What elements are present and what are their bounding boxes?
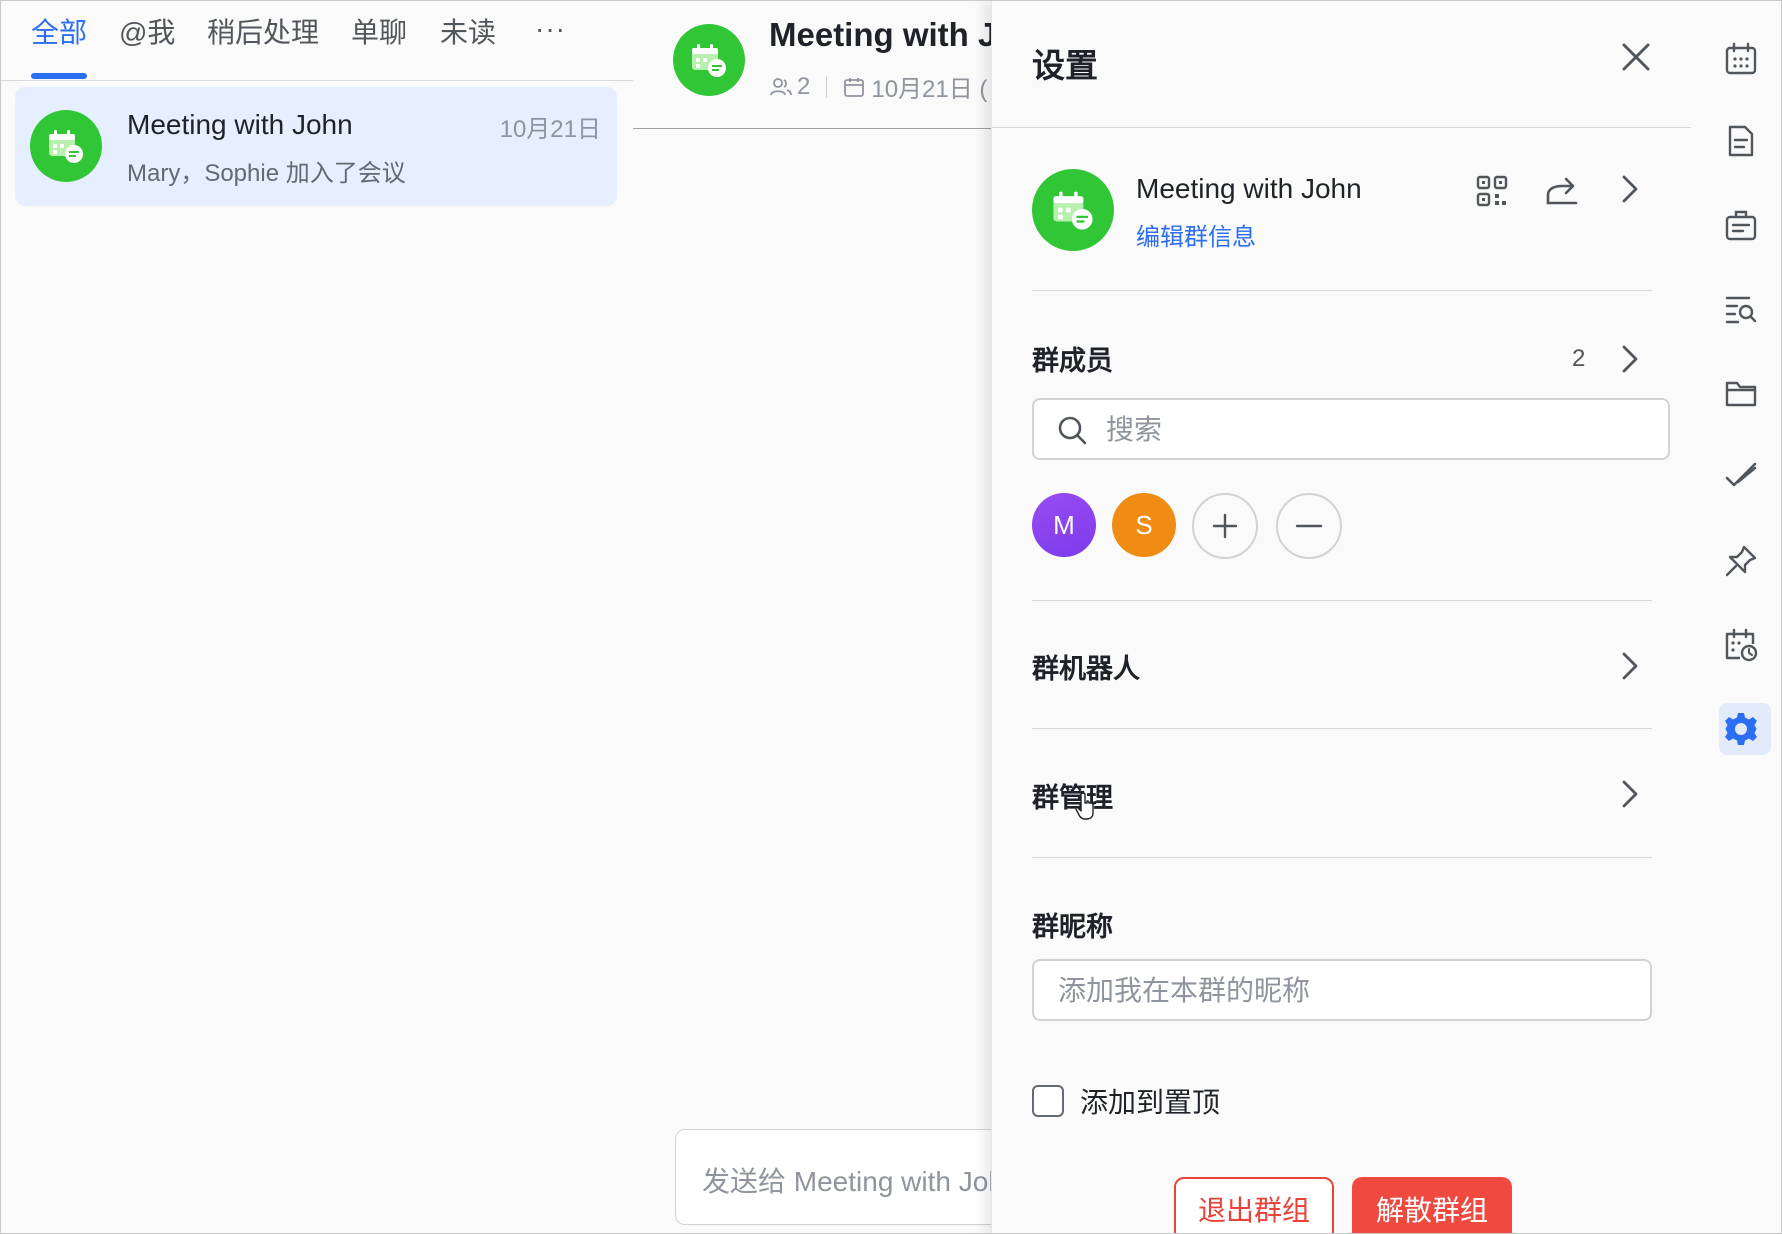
group-bots-chevron-icon[interactable] [1618,648,1642,684]
calendar-clock-icon[interactable] [1721,625,1761,665]
member-initial: M [1053,509,1075,540]
document-icon[interactable] [1721,121,1761,161]
compose-placeholder: 发送给 Meeting with Joh [702,1166,1004,1197]
app-window: 全部 @我 稍后处理 单聊 未读 ··· Meeting with John 1… [0,0,1782,1234]
leave-group-button[interactable]: 退出群组 [1174,1177,1334,1233]
member-avatar-s[interactable]: S [1112,493,1176,557]
conversation-preview: Mary，Sophie 加入了会议 [127,160,406,187]
members-count[interactable]: 2 [1572,345,1585,373]
nickname-input[interactable] [1056,970,1630,1012]
filter-tabs: 全部 @我 稍后处理 单聊 未读 ··· [1,1,633,81]
tab-later[interactable]: 稍后处理 [207,15,319,51]
group-avatar[interactable] [1032,169,1114,251]
conversation-list-pane: 全部 @我 稍后处理 单聊 未读 ··· Meeting with John 1… [1,1,633,1233]
member-search-input[interactable] [1104,408,1648,452]
member-avatar-m[interactable]: M [1032,493,1096,557]
group-manage-chevron-icon[interactable] [1618,776,1642,812]
divider [1032,728,1652,729]
group-bots-label: 群机器人 [1032,654,1140,684]
gear-icon[interactable] [1721,709,1761,749]
minus-icon [1295,524,1323,528]
search-icon [1058,416,1087,445]
chat-member-count[interactable]: 2 [797,73,810,101]
edit-group-info-link[interactable]: 编辑群信息 [1136,217,1256,252]
group-manage-row[interactable] [1032,754,1652,834]
member-search-box[interactable] [1032,398,1670,460]
close-icon[interactable] [1616,37,1656,77]
share-icon[interactable] [1542,171,1582,211]
members-chevron-icon[interactable] [1618,341,1642,377]
more-tabs-button[interactable]: ··· [535,13,566,45]
active-tab-indicator [31,73,87,79]
members-section-title: 群成员 [1032,346,1113,376]
divider [1032,857,1652,858]
folder-icon[interactable] [1721,373,1761,413]
members-icon [770,77,792,95]
tab-direct[interactable]: 单聊 [351,15,407,51]
chat-header-divider [633,128,1001,129]
calendar-chat-icon [1053,191,1093,230]
tab-unread[interactable]: 未读 [440,15,496,51]
calendar-icon [844,77,865,97]
settings-header: 设置 [992,1,1692,128]
chat-date: 10月21日 ( [871,76,988,103]
pin-label[interactable]: 添加到置顶 [1080,1081,1220,1121]
conversation-date: 10月21日 [499,116,601,143]
check-icon[interactable] [1721,457,1761,497]
add-member-button[interactable] [1192,493,1258,559]
hand-cursor-icon [1075,792,1094,820]
nickname-field[interactable] [1032,959,1652,1021]
calendar-chat-icon [692,44,726,77]
group-info-chevron-icon[interactable] [1618,171,1642,207]
remove-member-button[interactable] [1276,493,1342,559]
dissolve-group-button[interactable]: 解散群组 [1352,1177,1512,1233]
chat-meta: 2 10月21日 ( [769,69,987,104]
divider [1032,290,1652,291]
chat-title: Meeting with J [769,16,997,53]
member-initial: S [1135,509,1153,540]
chat-group-avatar[interactable] [673,24,745,96]
pin-checkbox[interactable] [1032,1085,1064,1117]
briefcase-icon[interactable] [1721,205,1761,245]
group-nickname-label: 群昵称 [1032,912,1113,942]
group-name: Meeting with John [1136,173,1362,204]
search-list-icon[interactable] [1721,289,1761,329]
settings-title: 设置 [1032,47,1098,84]
divider [1032,600,1652,601]
right-tool-rail [1691,1,1781,1233]
tab-all[interactable]: 全部 [31,15,87,51]
conversation-title: Meeting with John [127,109,353,140]
qr-code-icon[interactable] [1472,171,1512,211]
calendar-grid-icon[interactable] [1721,39,1761,79]
chat-pane: Meeting with J 2 10月21日 ( 发送给 Meeting wi… [633,1,1077,1233]
calendar-chat-icon [30,110,102,182]
meta-separator [826,75,828,98]
tab-mentions[interactable]: @我 [119,15,175,51]
pin-icon[interactable] [1721,541,1761,581]
plus-icon [1212,513,1238,539]
conversation-item[interactable]: Meeting with John 10月21日 Mary，Sophie 加入了… [15,87,617,206]
group-manage-label: 群管理 [1032,783,1113,813]
settings-drawer: 设置 Meeting with John 编辑群信息 群成员 2 搜索 M S … [991,1,1692,1233]
